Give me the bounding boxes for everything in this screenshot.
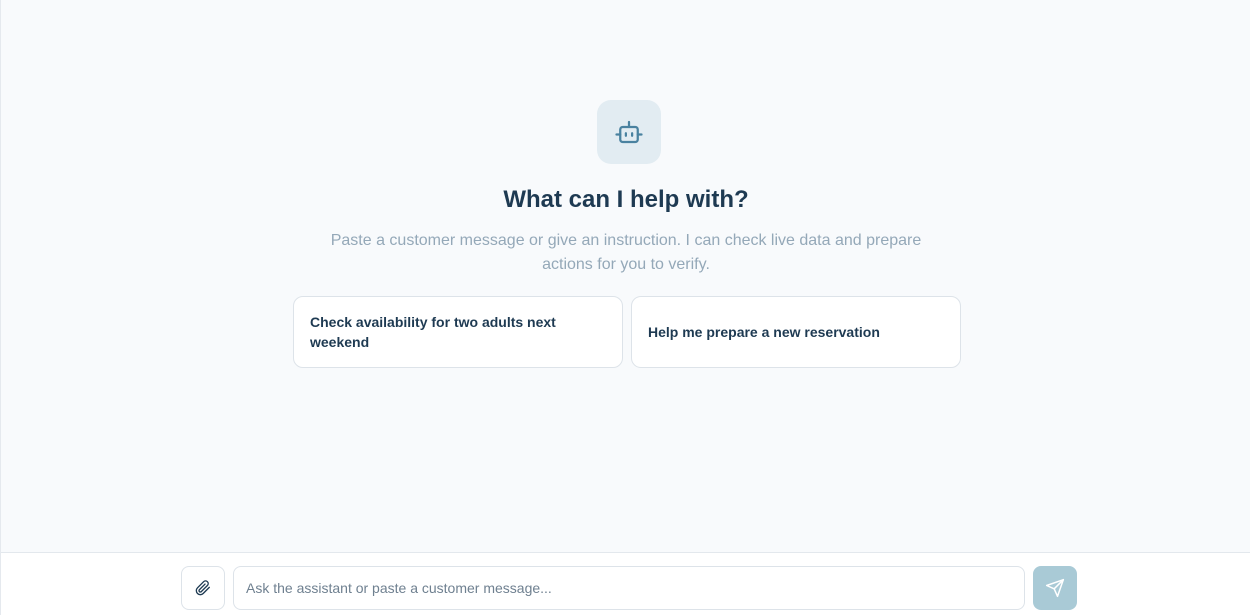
page-subtitle: Paste a customer message or give an inst…	[330, 232, 922, 273]
suggestion-new-reservation[interactable]: Help me prepare a new reservation	[631, 296, 961, 368]
chat-empty-state: What can I help with? Paste a customer m…	[1, 0, 1250, 552]
send-icon	[1045, 578, 1065, 598]
message-input[interactable]	[233, 566, 1025, 610]
paperclip-icon	[195, 580, 211, 596]
bot-icon	[597, 100, 661, 164]
message-composer	[1, 552, 1250, 615]
suggestion-label: Check availability for two adults next w…	[310, 314, 556, 350]
suggestion-list: Check availability for two adults next w…	[293, 296, 961, 368]
suggestion-label: Help me prepare a new reservation	[648, 324, 880, 340]
send-button[interactable]	[1033, 566, 1077, 610]
page-title: What can I help with?	[503, 186, 749, 213]
attach-button[interactable]	[181, 566, 225, 610]
suggestion-check-availability[interactable]: Check availability for two adults next w…	[293, 296, 623, 368]
